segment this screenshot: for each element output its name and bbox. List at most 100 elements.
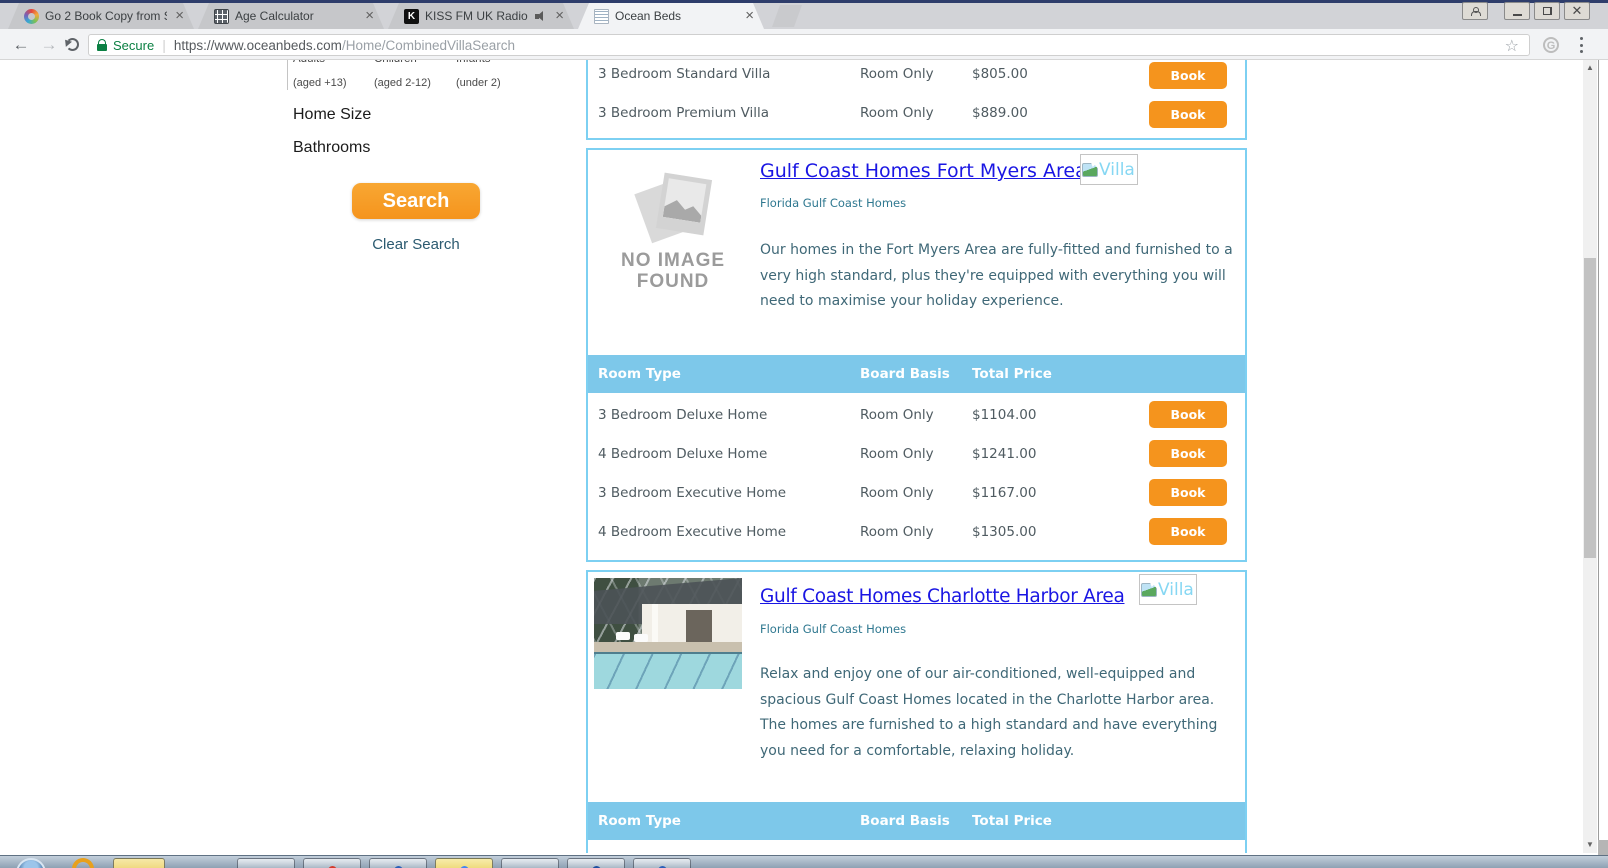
villa-description: Relax and enjoy one of our air-condition… bbox=[760, 666, 1218, 759]
background-window-footer bbox=[1598, 840, 1608, 855]
column-header-total-price: Total Price bbox=[972, 366, 1052, 382]
tab-ocean-beds[interactable]: Ocean Beds × bbox=[578, 3, 764, 29]
close-window-button[interactable]: ✕ bbox=[1564, 2, 1590, 20]
select-edge bbox=[287, 60, 288, 90]
g-extension-icon[interactable]: G bbox=[1543, 37, 1559, 53]
restore-button[interactable] bbox=[1534, 2, 1560, 20]
tab-title: Age Calculator bbox=[235, 9, 314, 23]
restore-icon bbox=[1542, 7, 1552, 15]
close-icon[interactable]: × bbox=[743, 9, 756, 23]
book-button[interactable]: Book bbox=[1149, 518, 1227, 545]
url-path: /Home/CombinedVillaSearch bbox=[341, 37, 516, 53]
room-type-cell: 3 Bedroom Standard Villa bbox=[598, 66, 771, 82]
close-icon[interactable]: × bbox=[363, 9, 376, 23]
close-icon[interactable]: × bbox=[173, 9, 186, 23]
rainbow-ring-icon bbox=[24, 9, 39, 24]
result-card-charlotte-harbor: Gulf Coast Homes Charlotte Harbor Area V… bbox=[586, 570, 1247, 853]
scrollbar-thumb[interactable] bbox=[1584, 258, 1596, 558]
taskbar-button[interactable] bbox=[303, 858, 361, 868]
clear-search-link[interactable]: Clear Search bbox=[352, 236, 480, 253]
villa-title-link[interactable]: Gulf Coast Homes Charlotte Harbor Area bbox=[760, 586, 1125, 607]
taskbar-folder-button[interactable] bbox=[113, 858, 165, 868]
audio-speaker-icon[interactable] bbox=[535, 10, 547, 22]
book-button[interactable]: Book bbox=[1149, 62, 1227, 89]
no-image-text: FOUND bbox=[636, 271, 710, 292]
bathrooms-label: Bathrooms bbox=[293, 139, 371, 156]
taskbar-button[interactable] bbox=[369, 858, 427, 868]
profile-button[interactable] bbox=[1462, 2, 1488, 20]
scroll-up-arrow[interactable]: ▲ bbox=[1583, 60, 1597, 76]
image-alt-text: Villa bbox=[1158, 579, 1194, 600]
total-price-cell: $805.00 bbox=[972, 66, 1028, 82]
vertical-scrollbar[interactable]: ▲ ▼ bbox=[1583, 60, 1597, 853]
page-content: Adults (aged +13) Children (aged 2-12) I… bbox=[0, 60, 1608, 853]
book-button[interactable]: Book bbox=[1149, 401, 1227, 428]
tab-title: Ocean Beds bbox=[615, 9, 682, 23]
tab-age-calculator[interactable]: Age Calculator × bbox=[198, 3, 384, 29]
forward-button[interactable]: → bbox=[36, 32, 62, 57]
window-frame-edge bbox=[0, 0, 1608, 3]
close-icon: ✕ bbox=[1571, 3, 1583, 18]
column-header-room-type: Room Type bbox=[598, 813, 681, 829]
total-price-cell: $889.00 bbox=[972, 105, 1028, 121]
villa-title-link[interactable]: Gulf Coast Homes Fort Myers Area bbox=[760, 160, 1087, 182]
address-bar[interactable]: Secure | https://www.oceanbeds.com/Home/… bbox=[88, 34, 1530, 56]
back-button[interactable]: ← bbox=[8, 32, 34, 57]
url-host: https://www.oceanbeds.com bbox=[173, 37, 342, 53]
taskbar-button-active[interactable] bbox=[435, 858, 493, 868]
villa-photo[interactable] bbox=[594, 578, 742, 689]
infants-label: Infants bbox=[456, 60, 491, 65]
minimize-button[interactable] bbox=[1504, 2, 1530, 20]
tab-kiss-fm[interactable]: K KISS FM UK Radio Pla × bbox=[388, 3, 574, 29]
board-basis-cell: Room Only bbox=[860, 485, 934, 501]
broken-image-villa: Villa bbox=[1139, 574, 1197, 605]
column-header-total-price: Total Price bbox=[972, 813, 1052, 829]
room-type-cell: 3 Bedroom Deluxe Home bbox=[598, 407, 768, 423]
taskbar-button[interactable] bbox=[633, 858, 691, 868]
children-label: Children bbox=[374, 60, 417, 65]
tab-go2book[interactable]: Go 2 Book Copy from SP × bbox=[8, 3, 194, 29]
total-price-cell: $1241.00 bbox=[972, 446, 1037, 462]
board-basis-cell: Room Only bbox=[860, 524, 934, 540]
close-icon[interactable]: × bbox=[553, 9, 566, 23]
browser-menu-icon[interactable] bbox=[1580, 37, 1584, 53]
internet-explorer-icon[interactable] bbox=[72, 858, 94, 868]
adults-label: Adults bbox=[293, 60, 325, 65]
kiss-fm-icon: K bbox=[404, 9, 419, 24]
browser-toolbar: ← → Secure | https://www.oceanbeds.com/H… bbox=[0, 29, 1608, 60]
book-button[interactable]: Book bbox=[1149, 440, 1227, 467]
room-type-cell: 3 Bedroom Executive Home bbox=[598, 485, 787, 501]
background-window-edge bbox=[1598, 0, 1608, 855]
total-price-cell: $1167.00 bbox=[972, 485, 1037, 501]
background-window-body bbox=[1598, 30, 1608, 840]
book-button[interactable]: Book bbox=[1149, 479, 1227, 506]
table-header: Room Type Board Basis Total Price bbox=[588, 355, 1245, 393]
person-icon bbox=[1471, 7, 1481, 16]
taskbar-button[interactable] bbox=[237, 858, 295, 868]
taskbar-button[interactable] bbox=[567, 858, 625, 868]
lock-icon bbox=[97, 39, 107, 51]
children-sublabel: (aged 2-12) bbox=[374, 77, 431, 89]
column-header-board-basis: Board Basis bbox=[860, 813, 950, 829]
taskbar-button[interactable] bbox=[501, 858, 559, 868]
broken-image-icon bbox=[1082, 162, 1098, 177]
villa-subtitle: Florida Gulf Coast Homes bbox=[760, 196, 907, 210]
taskbar bbox=[0, 855, 1608, 868]
new-tab-button[interactable] bbox=[772, 5, 802, 27]
reload-button[interactable] bbox=[66, 38, 79, 51]
table-header: Room Type Board Basis Total Price bbox=[588, 802, 1245, 840]
image-alt-text: Villa bbox=[1099, 159, 1135, 180]
result-card-partial: 3 Bedroom Standard Villa Room Only $805.… bbox=[586, 60, 1247, 140]
total-price-cell: $1305.00 bbox=[972, 524, 1037, 540]
scroll-down-arrow[interactable]: ▼ bbox=[1583, 837, 1597, 853]
board-basis-cell: Room Only bbox=[860, 66, 934, 82]
search-button[interactable]: Search bbox=[352, 183, 480, 219]
no-image-placeholder: NO IMAGE FOUND bbox=[608, 172, 738, 292]
bookmark-star-icon[interactable]: ☆ bbox=[1505, 36, 1519, 56]
infants-sublabel: (under 2) bbox=[456, 77, 501, 89]
no-image-text: NO IMAGE bbox=[620, 250, 726, 271]
book-button[interactable]: Book bbox=[1149, 101, 1227, 128]
minimize-icon bbox=[1512, 14, 1522, 16]
result-card-fort-myers: NO IMAGE FOUND Gulf Coast Homes Fort Mye… bbox=[586, 148, 1247, 562]
start-button[interactable] bbox=[16, 858, 46, 868]
